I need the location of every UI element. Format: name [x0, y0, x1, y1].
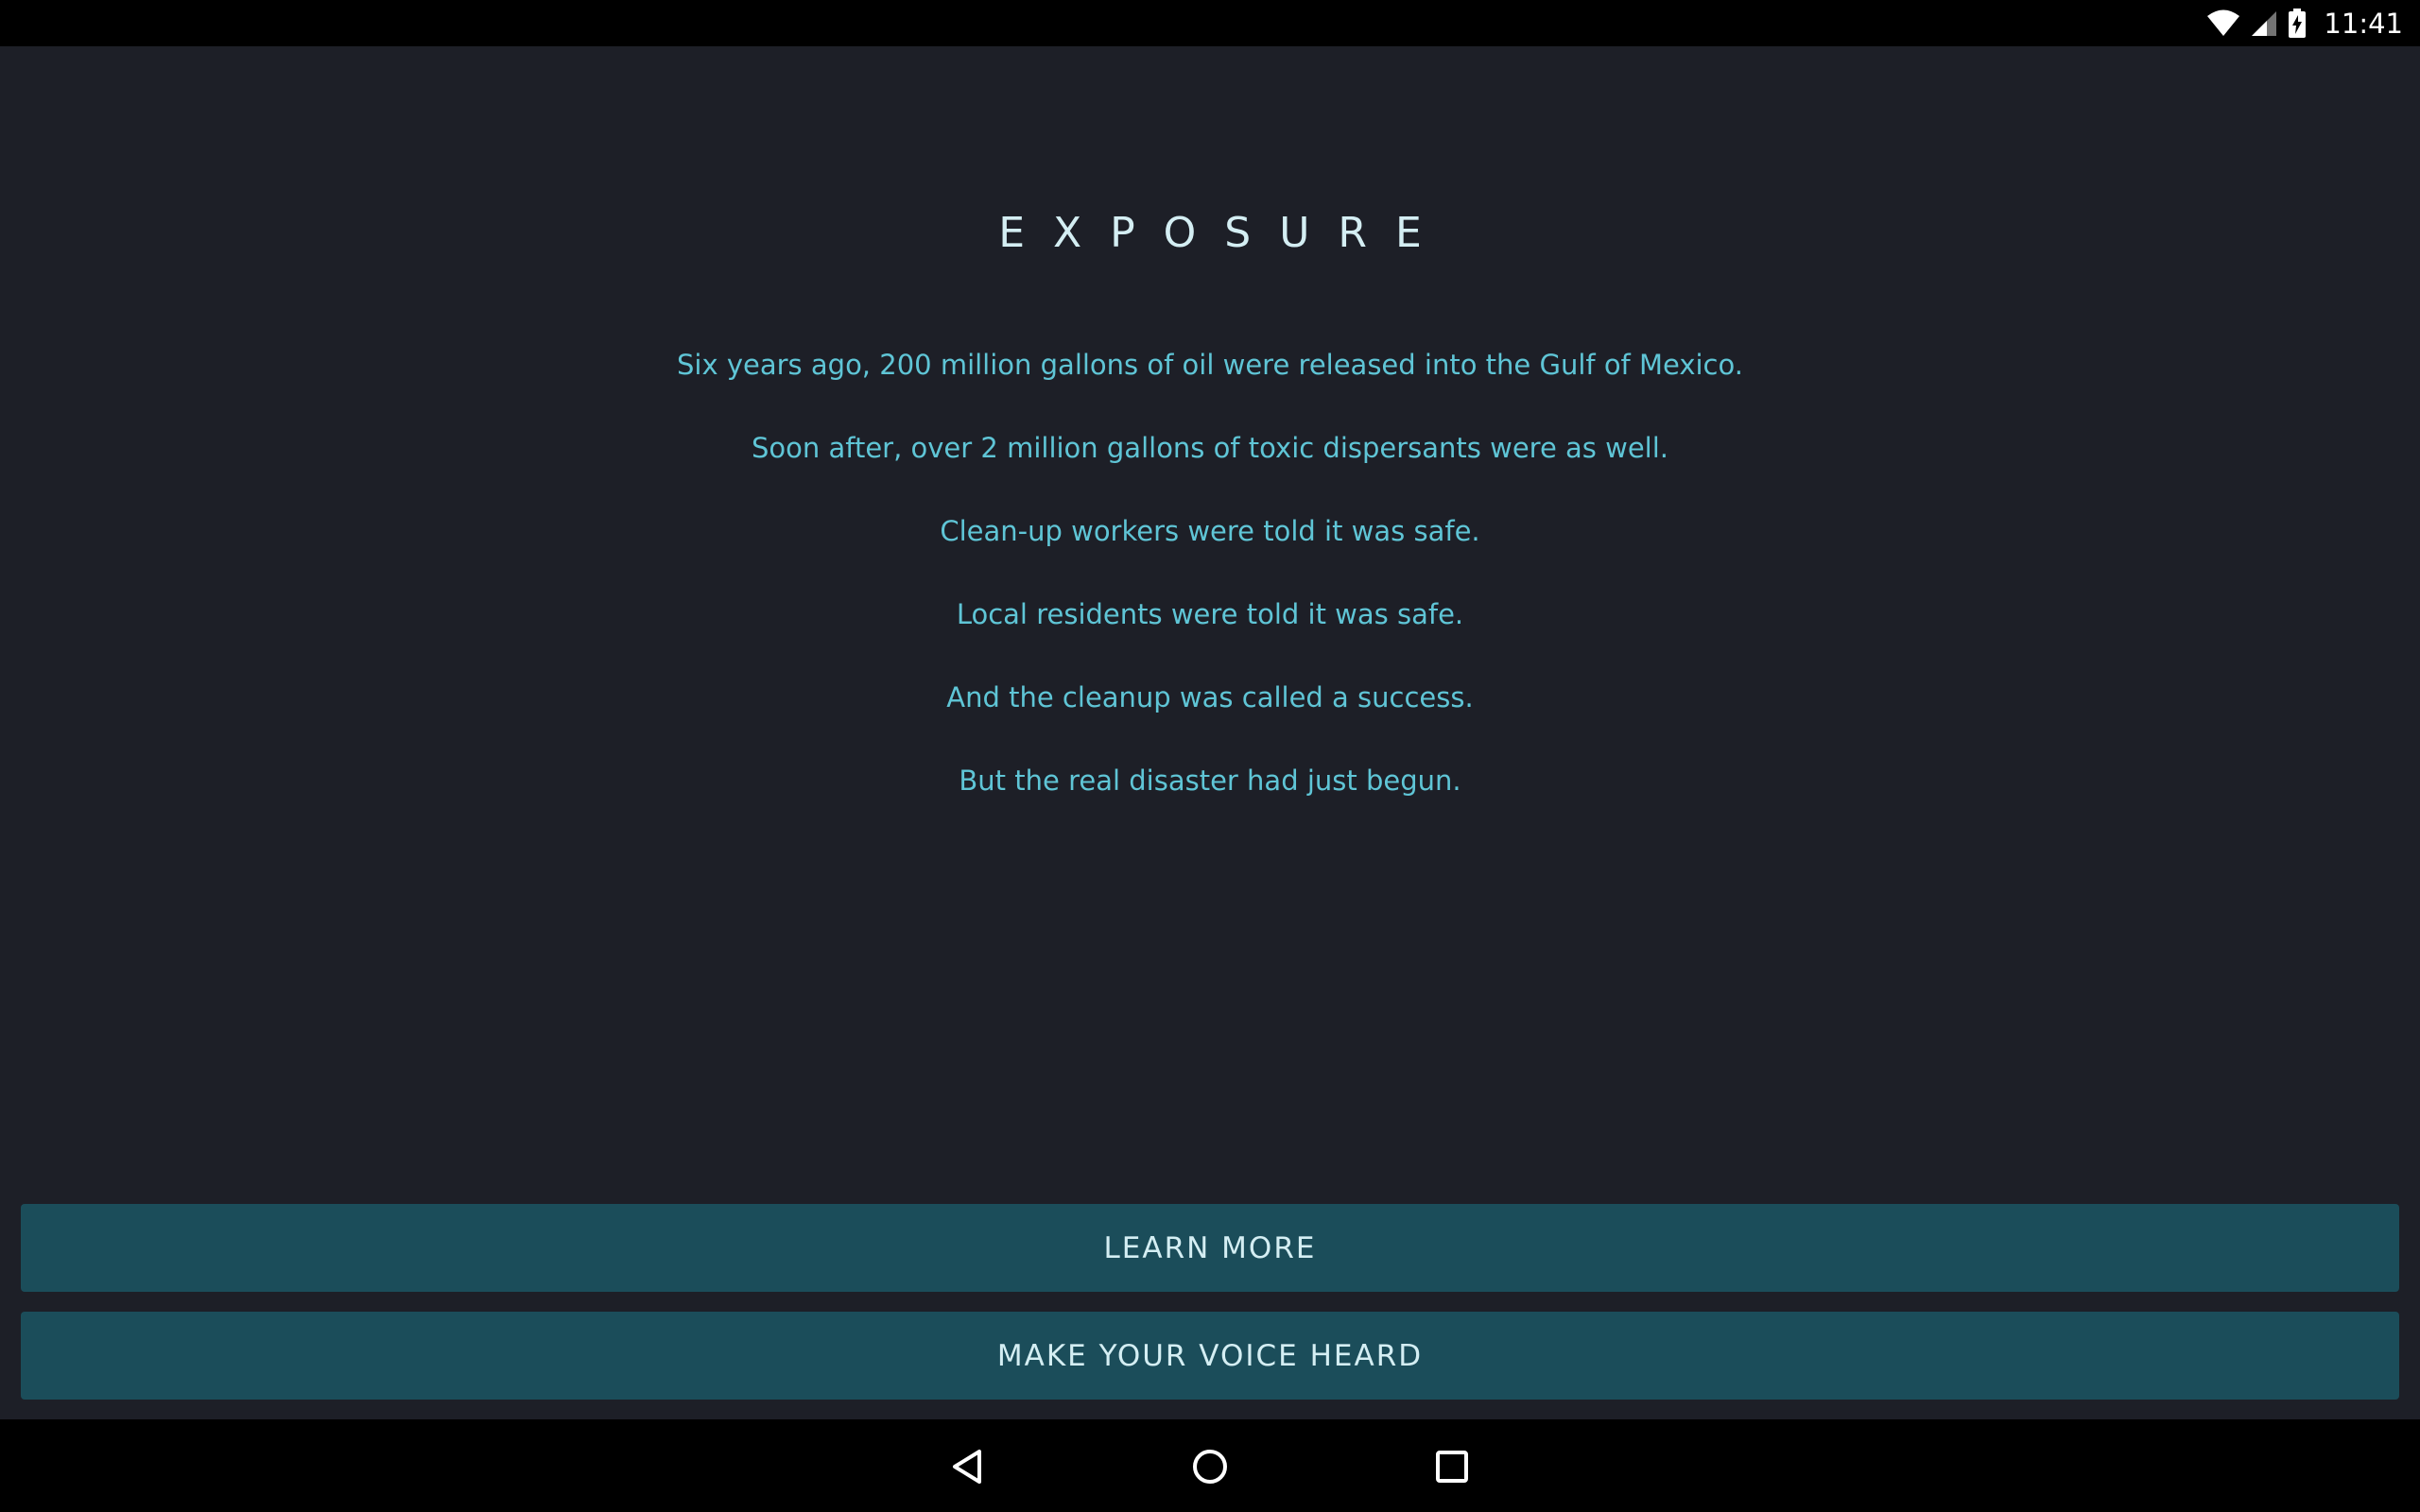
home-icon[interactable]: [1191, 1448, 1229, 1486]
intro-paragraph-6: But the real disaster had just begun.: [959, 765, 1461, 797]
intro-paragraph-2: Soon after, over 2 million gallons of to…: [751, 432, 1669, 464]
status-bar: 11:41: [0, 0, 2420, 46]
intro-paragraph-1: Six years ago, 200 million gallons of oi…: [677, 349, 1743, 381]
clock: 11:41: [2324, 7, 2403, 40]
page-title: EXPOSURE: [998, 209, 1450, 257]
battery-charging-icon: [2289, 8, 2307, 38]
wifi-icon: [2207, 9, 2240, 36]
intro-paragraph-5: And the cleanup was called a success.: [946, 681, 1474, 713]
recents-icon[interactable]: [1433, 1448, 1471, 1486]
navigation-bar: [0, 1419, 2420, 1512]
back-icon[interactable]: [949, 1448, 987, 1486]
learn-more-button[interactable]: LEARN MORE: [21, 1204, 2399, 1292]
cell-signal-icon: [2252, 10, 2277, 36]
main-content: EXPOSURE Six years ago, 200 million gall…: [0, 46, 2420, 1419]
intro-paragraph-4: Local residents were told it was safe.: [956, 598, 1464, 630]
make-your-voice-heard-button[interactable]: MAKE YOUR VOICE HEARD: [21, 1312, 2399, 1400]
intro-paragraph-3: Clean-up workers were told it was safe.: [940, 515, 1480, 547]
